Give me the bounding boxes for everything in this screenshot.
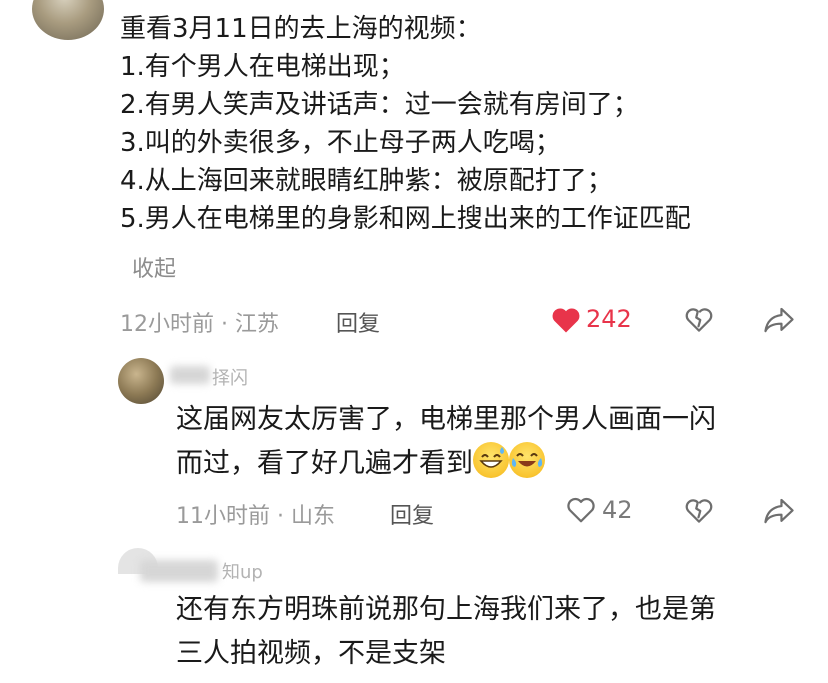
share-arrow-icon: [764, 498, 794, 524]
broken-heart-icon: [685, 499, 713, 523]
dislike-button[interactable]: [684, 496, 714, 526]
broken-heart-icon: [685, 308, 713, 332]
avatar[interactable]: [32, 0, 104, 40]
heart-outline-icon: [567, 497, 595, 523]
grinning-sweat-emoji: [473, 442, 509, 478]
reply-line: 这届网友太厉害了，电梯里那个男人画面一闪: [176, 404, 716, 435]
reply-line: 还有东方明珠前说那句上海我们来了，也是第: [176, 594, 716, 625]
comment-line: 4.从上海回来就眼睛红肿紫：被原配打了；: [120, 166, 613, 196]
reply-text: 还有东方明珠前说那句上海我们来了，也是第 三人拍视频，不是支架: [176, 588, 796, 676]
reply-button[interactable]: 回复: [390, 498, 434, 530]
comment-line: 5.男人在电梯里的身影和网上搜出来的工作证匹配: [120, 204, 691, 234]
like-button[interactable]: [566, 496, 596, 524]
reply-button[interactable]: 回复: [336, 306, 380, 338]
comment-line: 2.有男人笑声及讲话声：过一会就有房间了；: [120, 90, 639, 120]
username-blurred: [140, 560, 218, 582]
share-button[interactable]: [763, 306, 795, 334]
username-fragment[interactable]: 择闪: [212, 364, 248, 390]
like-count: 242: [586, 305, 632, 333]
like-button[interactable]: [551, 306, 581, 334]
username-blurred: [170, 366, 210, 384]
collapse-button[interactable]: 收起: [132, 251, 176, 283]
comment-text: 重看3月11日的去上海的视频： 1.有个男人在电梯出现； 2.有男人笑声及讲话声…: [120, 10, 810, 238]
share-button[interactable]: [763, 497, 795, 525]
comment-line: 3.叫的外卖很多，不止母子两人吃喝；: [120, 128, 561, 158]
reply-avatar[interactable]: [118, 358, 164, 404]
comment-line: 1.有个男人在电梯出现；: [120, 52, 405, 82]
like-count: 42: [602, 496, 633, 524]
laughing-tears-emoji: [509, 442, 545, 478]
timestamp-location: 12小时前 · 江苏: [120, 312, 279, 337]
heart-filled-icon: [552, 308, 580, 333]
dislike-button[interactable]: [684, 305, 714, 335]
timestamp-location: 11小时前 · 山东: [176, 504, 335, 529]
reply-line: 三人拍视频，不是支架: [176, 638, 446, 669]
username-fragment[interactable]: 知up: [222, 558, 263, 584]
comment-line: 重看3月11日的去上海的视频：: [120, 14, 482, 44]
reply-line: 而过，看了好几遍才看到: [176, 448, 473, 479]
share-arrow-icon: [764, 307, 794, 333]
reply-text: 这届网友太厉害了，电梯里那个男人画面一闪 而过，看了好几遍才看到: [176, 398, 796, 486]
